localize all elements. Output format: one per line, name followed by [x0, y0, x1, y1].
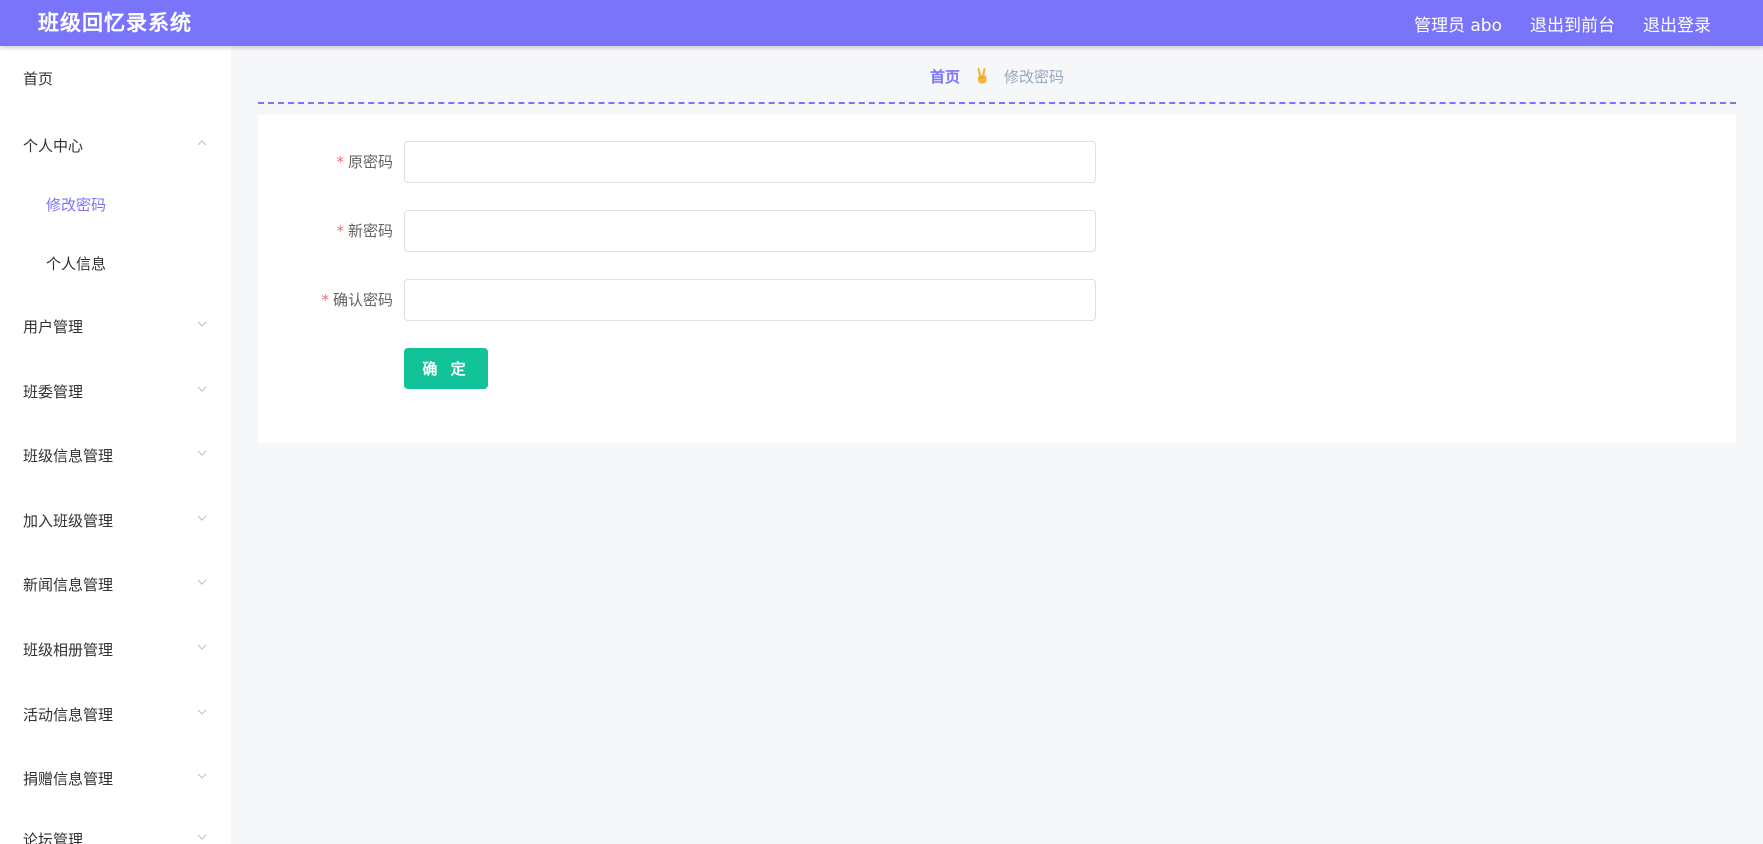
- new-password-input[interactable]: [404, 210, 1096, 252]
- sidebar-item-label: 班委管理: [23, 382, 84, 401]
- form-row-confirm-password: * 确认密码: [258, 279, 1736, 321]
- sidebar-item-join-class-management[interactable]: 加入班级管理: [0, 500, 231, 540]
- chevron-down-icon: [196, 318, 208, 330]
- app-title: 班级回忆录系统: [38, 11, 192, 35]
- change-password-form: * 原密码 * 新密码 * 确认密码 确 定: [258, 115, 1736, 443]
- sidebar-item-news-management[interactable]: 新闻信息管理: [0, 564, 231, 604]
- chevron-down-icon: [196, 447, 208, 459]
- old-password-input[interactable]: [404, 141, 1096, 183]
- chevron-down-icon: [196, 770, 208, 782]
- sidebar-menu: 首页 个人中心 修改密码 个人信息 用户管理 班委管理 班级信息管理 加入班级管…: [0, 46, 231, 844]
- sidebar-item-label: 修改密码: [46, 195, 107, 214]
- required-mark: *: [336, 222, 344, 240]
- sidebar-item-label: 个人信息: [46, 254, 107, 273]
- confirm-button[interactable]: 确 定: [404, 348, 488, 389]
- sidebar-item-label: 用户管理: [23, 317, 84, 336]
- chevron-down-icon: [196, 641, 208, 653]
- confirm-password-input[interactable]: [404, 279, 1096, 321]
- logout-link[interactable]: 退出登录: [1643, 11, 1711, 36]
- old-password-label: * 原密码: [336, 153, 393, 171]
- sidebar-item-label: 捐赠信息管理: [23, 769, 114, 788]
- chevron-down-icon: [196, 383, 208, 395]
- sidebar-item-personal-info[interactable]: 个人信息: [0, 243, 231, 283]
- sidebar-item-label: 班级信息管理: [23, 446, 114, 465]
- sidebar-item-personal-center[interactable]: 个人中心: [0, 125, 231, 165]
- form-row-new-password: * 新密码: [258, 210, 1736, 252]
- sidebar-item-home[interactable]: 首页: [0, 58, 231, 98]
- sidebar-item-forum-management[interactable]: 论坛管理: [0, 819, 231, 844]
- sidebar-item-label: 班级相册管理: [23, 640, 114, 659]
- breadcrumb-divider: [258, 102, 1736, 104]
- sidebar-item-label: 新闻信息管理: [23, 575, 114, 594]
- sidebar-item-activity-management[interactable]: 活动信息管理: [0, 694, 231, 734]
- sidebar-item-donation-management[interactable]: 捐赠信息管理: [0, 758, 231, 798]
- header-actions: 管理员 abo 退出到前台 退出登录: [1386, 0, 1711, 46]
- sidebar-item-label: 加入班级管理: [23, 511, 114, 530]
- breadcrumb-current: 修改密码: [1004, 67, 1065, 86]
- sidebar-item-label: 个人中心: [23, 136, 84, 155]
- top-header: 班级回忆录系统 管理员 abo 退出到前台 退出登录: [0, 0, 1763, 46]
- chevron-down-icon: [196, 576, 208, 588]
- chevron-down-icon: [196, 831, 208, 843]
- required-mark: *: [321, 291, 329, 309]
- breadcrumb-home[interactable]: 首页: [930, 66, 960, 87]
- sidebar-item-class-info-management[interactable]: 班级信息管理: [0, 435, 231, 475]
- chevron-down-icon: [196, 706, 208, 718]
- breadcrumb: 首页 修改密码: [231, 46, 1763, 106]
- chevron-down-icon: [196, 512, 208, 524]
- chevron-up-icon: [196, 137, 208, 149]
- current-user-label: 管理员 abo: [1413, 15, 1502, 36]
- sidebar-item-label: 首页: [23, 69, 54, 88]
- main-content: 首页 修改密码 * 原密码 * 新密码 * 确认密码 确 定: [231, 46, 1763, 844]
- back-to-frontend-link[interactable]: 退出到前台: [1530, 11, 1615, 36]
- victory-hand-icon: [974, 67, 990, 85]
- sidebar-item-user-management[interactable]: 用户管理: [0, 306, 231, 346]
- sidebar-item-change-password[interactable]: 修改密码: [0, 184, 231, 224]
- required-mark: *: [336, 153, 344, 171]
- sidebar-item-committee-management[interactable]: 班委管理: [0, 371, 231, 411]
- sidebar-item-album-management[interactable]: 班级相册管理: [0, 629, 231, 669]
- sidebar-item-label: 论坛管理: [23, 830, 84, 844]
- form-row-old-password: * 原密码: [258, 141, 1736, 183]
- confirm-password-label: * 确认密码: [321, 291, 393, 309]
- new-password-label: * 新密码: [336, 222, 393, 240]
- sidebar-item-label: 活动信息管理: [23, 705, 114, 724]
